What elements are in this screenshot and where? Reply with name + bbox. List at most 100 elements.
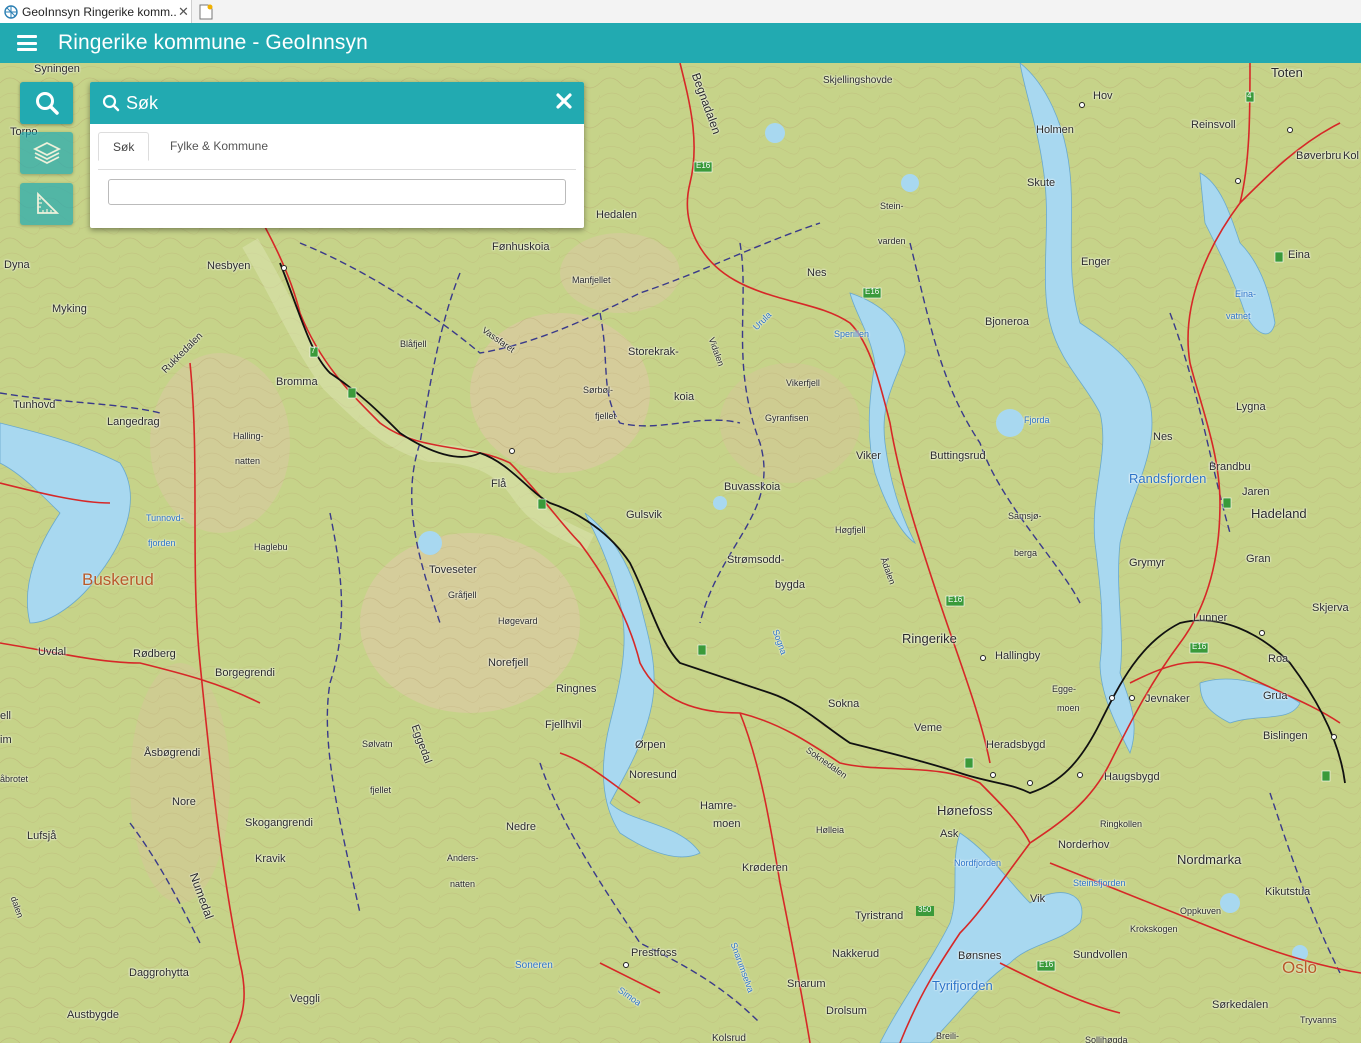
map-label: Kikutstua: [1265, 886, 1311, 898]
map-label: ell: [0, 710, 12, 722]
layers-tool-button[interactable]: [20, 132, 73, 174]
measure-tool-button[interactable]: [20, 183, 73, 225]
map-label: Hadeland: [1251, 506, 1307, 521]
app-header: Ringerike kommune - GeoInnsyn: [0, 23, 1361, 63]
map-label: Noresund: [629, 769, 677, 781]
road-shield-label: E16: [865, 287, 880, 296]
app-title: Ringerike kommune - GeoInnsyn: [58, 31, 368, 54]
map-label: Tunhovd: [13, 399, 56, 411]
new-tab-button[interactable]: [196, 2, 216, 21]
map-label: Hallingby: [995, 650, 1041, 662]
map-label: Toten: [1271, 65, 1303, 80]
map-label: Snarum: [787, 978, 826, 990]
map-label: moen: [713, 818, 741, 830]
map-label: Ringerike: [902, 631, 957, 646]
map-label: Veggli: [290, 993, 320, 1005]
map-label: Kolsrud: [712, 1033, 746, 1043]
map-label: Vikerfjell: [786, 378, 820, 388]
map-label: Stein-: [880, 201, 904, 211]
map-label: Tyristrand: [855, 910, 904, 922]
map-label: Nesbyen: [207, 260, 251, 272]
map-label: Roa: [1268, 653, 1289, 665]
map-label: Jevnaker: [1145, 693, 1190, 705]
map-label: Grua: [1263, 690, 1288, 702]
road-shield-label: 350: [918, 905, 932, 914]
map-label: Krokskogen: [1130, 924, 1178, 934]
map-label: koia: [674, 391, 695, 403]
map-label: Åsbøgrendi: [144, 747, 201, 759]
map-label: Tryvanns: [1300, 1015, 1337, 1025]
map-label: Norefjell: [488, 657, 529, 669]
map-label: Bøverbru: [1296, 150, 1342, 162]
map-label: Skogangrendi: [245, 817, 313, 829]
layers-icon: [32, 141, 61, 165]
lake-label: Tunnovd-: [146, 513, 184, 523]
map-label: Gyranfisen: [765, 413, 809, 423]
map-label: berga: [1014, 548, 1038, 558]
map-label: Daggrohytta: [129, 967, 189, 979]
map-label: Langedrag: [107, 416, 160, 428]
search-input[interactable]: [108, 179, 566, 205]
map-label: Ringnes: [556, 683, 597, 695]
map-label: Nedre: [506, 821, 536, 833]
road-shield-label: E16: [696, 161, 711, 170]
map-label: Myking: [52, 303, 87, 315]
map-label: Uvdal: [38, 646, 67, 658]
search-icon: [102, 94, 120, 112]
road-shield-label: E16: [1192, 642, 1207, 651]
browser-tab[interactable]: GeoInnsyn Ringerike komm... ✕: [0, 0, 192, 23]
map-label: Samsjø-: [1008, 511, 1042, 521]
map-label: Ørpen: [635, 739, 666, 751]
map-label: Hedalen: [596, 209, 637, 221]
map-label: moen: [1057, 703, 1080, 713]
search-panel-title: Søk: [126, 92, 159, 113]
map-label: Gran: [1246, 553, 1271, 565]
city-label: Hønefoss: [937, 803, 993, 818]
close-icon[interactable]: [556, 93, 572, 109]
tab-search[interactable]: Søk: [98, 132, 150, 161]
map-label: Norderhov: [1058, 839, 1110, 851]
region-label: Buskerud: [82, 570, 154, 589]
map-label: Bislingen: [1263, 730, 1308, 742]
search-panel-header: Søk: [90, 82, 584, 124]
map-label: fjellet: [370, 785, 392, 795]
lake-label: Randsfjorden: [1129, 471, 1207, 486]
tab-county-municipality[interactable]: Fylke & Kommune: [156, 132, 282, 160]
map-label: Breili-: [936, 1031, 960, 1041]
map-label: Skjerva: [1312, 602, 1349, 614]
map-label: im: [0, 734, 12, 746]
browser-tab-title: GeoInnsyn Ringerike komm...: [22, 4, 176, 19]
map-label: Nore: [172, 796, 196, 808]
map-label: bygda: [775, 579, 805, 591]
measure-icon: [36, 191, 59, 214]
search-tool-button[interactable]: [20, 82, 73, 124]
map-label: Bjoneroa: [985, 316, 1030, 328]
map-label: Gråfjell: [448, 590, 477, 600]
map-label: Ask: [940, 828, 959, 840]
map-label: Sørbøl-: [583, 385, 613, 395]
map-label: Sollihøgda: [1085, 1035, 1128, 1043]
map-label: Haglebu: [254, 542, 288, 552]
map-label: Skute: [1027, 177, 1056, 189]
map-label: Nakkerud: [832, 948, 880, 960]
lake-label: Sperillen: [834, 329, 870, 339]
map-label: Flå: [491, 478, 507, 490]
hamburger-menu-icon[interactable]: [17, 35, 37, 51]
map-label: fjellet: [595, 411, 617, 421]
map-label: Nes: [1153, 431, 1173, 443]
map-label: natten: [450, 879, 476, 889]
map-label: Egge-: [1052, 684, 1077, 694]
map-label: Reinsvoll: [1191, 119, 1236, 131]
map-label: Sundvollen: [1073, 949, 1128, 961]
map-label: Borgegrendi: [215, 667, 275, 679]
lake-label: Eina-: [1235, 289, 1257, 299]
map-label: Buvasskoia: [724, 481, 781, 493]
map-label: Brandbu: [1209, 461, 1251, 473]
lake-label: fjorden: [148, 538, 176, 548]
lake-label: vatnet: [1226, 311, 1251, 321]
tab-close-icon[interactable]: ✕: [178, 4, 189, 20]
new-tab-icon: [199, 4, 213, 19]
map-label: Sokna: [828, 698, 860, 710]
map-label: Lufsjå: [27, 830, 57, 842]
map-label: Grymyr: [1129, 557, 1166, 569]
